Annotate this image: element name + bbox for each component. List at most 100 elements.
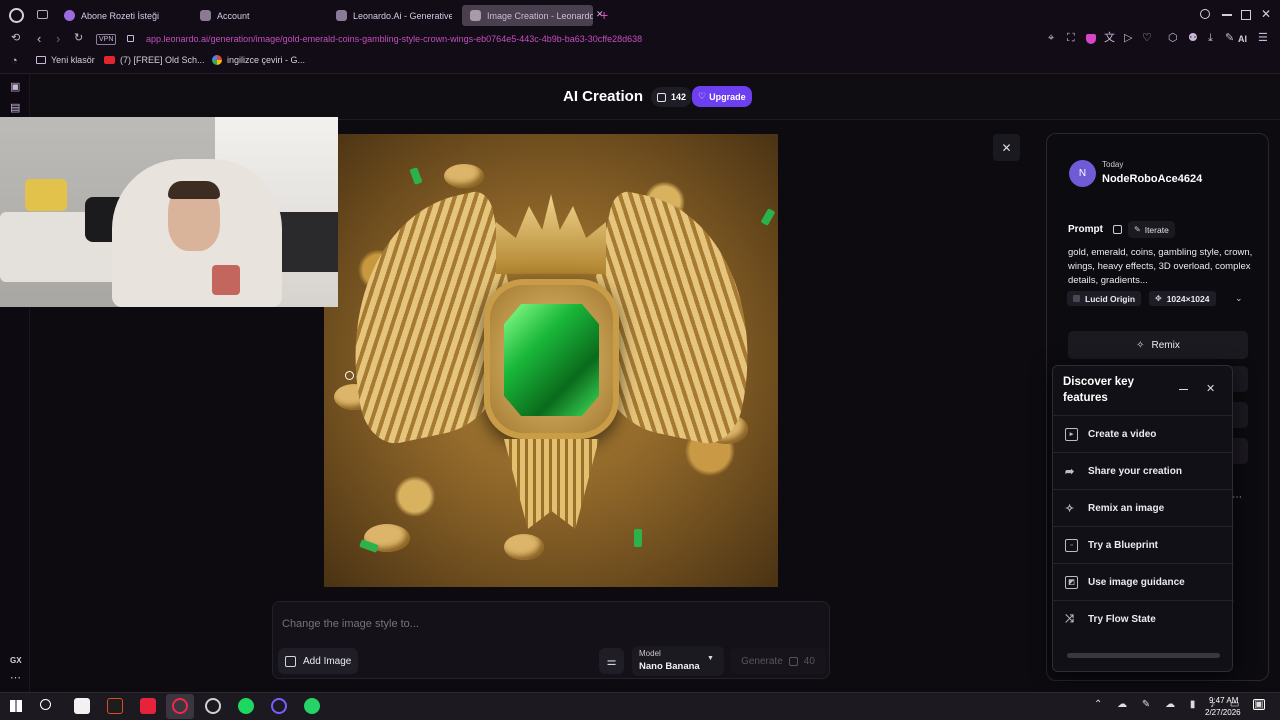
add-image-button[interactable]: Add Image [278, 648, 359, 674]
translate-icon[interactable]: 文 [1104, 33, 1115, 44]
taskbar-whatsapp-icon[interactable] [304, 698, 320, 714]
new-tab-icon[interactable]: + [600, 7, 608, 23]
feature-share-creation[interactable]: ➦ Share your creation [1053, 452, 1234, 489]
bookmark-youtube[interactable]: (7) [FREE] Old Sch... [104, 55, 205, 65]
download-icon[interactable]: ⤓ [1208, 33, 1213, 44]
feature-flow-state[interactable]: ⤨ Try Flow State [1053, 600, 1234, 637]
emerald-chip [760, 208, 776, 226]
taskbar-app-icon[interactable] [107, 698, 123, 714]
prompt-heading: Prompt [1068, 224, 1103, 235]
opera-gx-logo-icon[interactable] [9, 8, 24, 23]
sync-icon[interactable]: ⟲ [11, 33, 20, 44]
tab-favicon-icon [64, 10, 75, 21]
tab-leonardo-generative[interactable]: Leonardo.Ai - Generative [328, 5, 452, 26]
workspace-icon[interactable] [37, 10, 48, 19]
url-field[interactable]: app.leonardo.ai/generation/image/gold-em… [146, 34, 642, 44]
taskbar-wps-icon[interactable] [140, 698, 156, 714]
vpn-badge[interactable]: VPN [96, 34, 117, 45]
clock-date[interactable]: 2/27/2026 [1205, 708, 1241, 717]
forward-icon[interactable]: › [56, 32, 60, 45]
aria-icon[interactable]: ✎ [1225, 33, 1234, 44]
taskbar-chrome-recorder-icon[interactable] [205, 698, 221, 714]
sidebar-tools-icon[interactable]: ▣ [10, 82, 20, 93]
bookmark-yeni-klasor[interactable]: Yeni klasör [36, 55, 95, 65]
avatar[interactable]: N [1069, 160, 1096, 187]
extensions-icon[interactable]: ⬡ [1168, 33, 1178, 44]
wand-icon: ✎ [1134, 225, 1141, 234]
generated-image[interactable] [324, 134, 778, 587]
generate-button[interactable]: Generate 40 [730, 648, 826, 674]
coin [504, 534, 544, 560]
remix-label: Remix [1151, 339, 1180, 351]
back-icon[interactable]: ‹ [37, 32, 41, 45]
taskbar-store-icon[interactable] [74, 698, 90, 714]
wallet-icon[interactable]: ⚉ [1188, 33, 1198, 44]
size-chip-label: 1024×1024 [1166, 293, 1210, 304]
tab-account[interactable]: Account [192, 5, 322, 26]
taskbar-search-icon[interactable] [40, 699, 51, 710]
token-counter[interactable]: 142 [651, 87, 693, 107]
copy-icon[interactable] [1113, 225, 1122, 234]
zoom-cursor-icon [345, 371, 354, 380]
maximize-icon[interactable] [1241, 10, 1251, 20]
close-viewer-button[interactable]: ✕ [993, 134, 1020, 161]
model-caption: Model [639, 649, 661, 658]
diamond-icon: ♡ [698, 91, 707, 101]
clock-time[interactable]: 9:47 AM [1209, 696, 1238, 705]
heart-icon[interactable]: ♡ [1142, 33, 1152, 44]
snapshot-icon[interactable]: ⛶ [1067, 33, 1075, 44]
tab-favicon-icon [200, 10, 211, 21]
video-icon: ▸ [1065, 427, 1078, 441]
pin-icon[interactable]: ⌖ [1048, 33, 1054, 44]
lock-icon [127, 35, 134, 42]
folder-icon [36, 56, 46, 64]
shield-icon[interactable] [1086, 34, 1096, 44]
minimize-popup-icon[interactable] [1179, 389, 1188, 391]
upgrade-button[interactable]: ♡ Upgrade [692, 86, 752, 107]
model-chip-label: Lucid Origin [1085, 293, 1136, 304]
feature-create-video[interactable]: ▸ Create a video [1053, 415, 1234, 452]
google-icon [212, 55, 222, 65]
feature-remix-image[interactable]: ✧ Remix an image [1053, 489, 1234, 526]
taskbar-spotify-icon[interactable] [238, 698, 254, 714]
sidebar-twitch-icon[interactable]: ▤ [10, 103, 20, 114]
feature-label: Share your creation [1088, 465, 1182, 477]
token-count: 142 [671, 92, 687, 102]
username[interactable]: NodeRoboAce4624 [1102, 173, 1202, 185]
player-icon[interactable]: ▷ [1124, 33, 1132, 44]
remix-button[interactable]: ✧ Remix [1068, 331, 1248, 359]
search-icon[interactable] [1200, 9, 1210, 19]
tray-icons[interactable]: ⌃ ☁ ✎ ☁ ▮ ♪ ▭ ▣ [1094, 699, 1270, 710]
bookmark-google-translate[interactable]: ingilizce çeviri - G... [212, 55, 305, 65]
feature-image-guidance[interactable]: ◩ Use image guidance [1053, 563, 1234, 600]
gx-label[interactable]: GX [10, 656, 22, 665]
close-popup-icon[interactable]: ✕ [1206, 382, 1215, 395]
tab-image-creation[interactable]: Image Creation - Leonardo [462, 5, 593, 26]
prompt-text: gold, emerald, coins, gambling style, cr… [1068, 247, 1253, 286]
style-prompt-input[interactable] [282, 613, 702, 635]
start-icon[interactable] [10, 700, 22, 712]
address-bar: ⟲ ‹ › ↻ VPN app.leonardo.ai/generation/i… [0, 30, 1280, 50]
generate-label: Generate [741, 655, 783, 667]
menu-icon[interactable]: ☰ [1258, 33, 1268, 44]
image-guidance-icon: ◩ [1065, 575, 1078, 589]
reload-icon[interactable]: ↻ [74, 33, 83, 44]
minimize-icon[interactable] [1222, 14, 1232, 16]
youtube-icon [104, 56, 115, 64]
sidebar-more-icon[interactable]: ⋯ [10, 673, 21, 684]
popup-scrollbar[interactable] [1067, 653, 1220, 658]
model-selector[interactable]: Model Nano Banana ▼ [632, 646, 724, 676]
history-icon[interactable]: ◔ [11, 56, 18, 67]
feature-blueprint[interactable]: ▫ Try a Blueprint [1053, 526, 1234, 563]
feature-label: Try Flow State [1088, 613, 1156, 625]
iterate-button[interactable]: ✎ Iterate [1128, 221, 1175, 238]
taskbar-circle-app-icon[interactable] [271, 698, 287, 714]
ai-button[interactable]: AI [1238, 34, 1247, 44]
expand-chevron-icon[interactable]: ⌄ [1235, 293, 1243, 304]
bookmark-label: Yeni klasör [51, 55, 95, 65]
emerald-gem [504, 304, 599, 416]
notification-icon[interactable] [1253, 699, 1265, 710]
close-window-icon[interactable]: ✕ [1261, 8, 1271, 20]
tab-abone-rozeti[interactable]: Abone Rozeti İsteği [56, 5, 186, 26]
settings-sliders-button[interactable]: ⚌ [599, 648, 624, 674]
